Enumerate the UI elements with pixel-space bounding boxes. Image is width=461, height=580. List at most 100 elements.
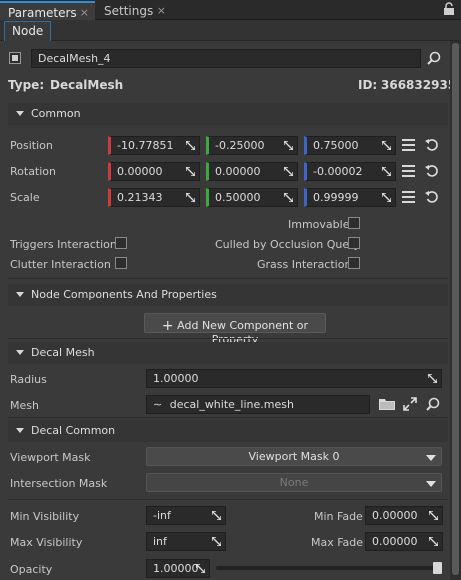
- scrollbar[interactable]: [450, 41, 461, 580]
- grass-interaction-checkbox[interactable]: [348, 257, 360, 269]
- section-common[interactable]: Common: [8, 103, 448, 125]
- section-decal-mesh[interactable]: Decal Mesh: [8, 342, 448, 364]
- position-z-value: 0.75000: [313, 139, 359, 152]
- viewport-mask-select[interactable]: Viewport Mask 0: [146, 447, 442, 466]
- collapse-arrow-icon: [16, 428, 24, 433]
- collapse-arrow-icon: [16, 350, 24, 355]
- divider: [8, 417, 448, 418]
- max-visibility-value: inf: [153, 535, 167, 548]
- radius-label: Radius: [10, 373, 47, 386]
- radius-field[interactable]: 1.00000: [146, 369, 442, 388]
- expand-icon[interactable]: [403, 397, 417, 411]
- opacity-label: Opacity: [10, 563, 53, 576]
- max-visibility-field[interactable]: inf: [146, 532, 226, 551]
- rotation-y-field[interactable]: 0.00000: [206, 162, 298, 181]
- rotation-z-value: -0.00002: [313, 165, 363, 178]
- min-visibility-label: Min Visibility: [10, 510, 80, 523]
- rotation-x-value: 0.00000: [117, 165, 163, 178]
- tab-settings[interactable]: Settings ×: [96, 1, 172, 20]
- opacity-slider-handle[interactable]: [433, 562, 442, 574]
- min-fade-value: 0.00000: [372, 509, 418, 522]
- scrollbar-thumb[interactable]: [452, 43, 459, 575]
- clutter-interaction-checkbox[interactable]: [115, 257, 127, 269]
- triggers-interaction-checkbox[interactable]: [115, 237, 127, 249]
- type-value: DecalMesh: [50, 78, 124, 92]
- section-decal-common[interactable]: Decal Common: [8, 420, 448, 442]
- add-component-button[interactable]: + Add New Component or Property: [144, 313, 326, 346]
- rotation-label: Rotation: [10, 165, 57, 178]
- min-visibility-field[interactable]: -inf: [146, 506, 226, 525]
- panel-tab-bar: Parameters × Settings ×: [0, 0, 461, 20]
- divider: [8, 278, 448, 279]
- rotation-reset-icon[interactable]: [425, 164, 439, 178]
- mesh-value: decal_white_line.mesh: [169, 398, 294, 411]
- collapse-arrow-icon: [16, 111, 24, 116]
- tab-node[interactable]: Node: [4, 21, 52, 41]
- opacity-slider[interactable]: [216, 566, 442, 570]
- position-label: Position: [10, 139, 53, 152]
- search-icon[interactable]: [427, 51, 441, 65]
- position-menu-icon[interactable]: [402, 139, 415, 151]
- max-fade-value: 0.00000: [372, 535, 418, 548]
- scale-label: Scale: [10, 191, 40, 204]
- culled-by-occlusion-label: Culled by Occlusion Query: [215, 238, 361, 251]
- mesh-search-icon[interactable]: [426, 397, 440, 411]
- radius-value: 1.00000: [153, 372, 199, 385]
- rotation-y-value: 0.00000: [215, 165, 261, 178]
- chevron-down-icon: [426, 481, 436, 487]
- tab-settings-close-icon[interactable]: ×: [157, 4, 166, 17]
- max-fade-field[interactable]: 0.00000: [365, 532, 443, 551]
- min-fade-label: Min Fade: [314, 510, 363, 523]
- sub-tab-bar: Node: [0, 20, 461, 41]
- node-enabled-checkbox[interactable]: [9, 52, 21, 64]
- position-y-field[interactable]: -0.25000: [206, 136, 298, 155]
- rotation-x-field[interactable]: 0.00000: [108, 162, 200, 181]
- scale-z-value: 0.99999: [313, 191, 359, 204]
- intersection-mask-select[interactable]: None: [146, 473, 442, 492]
- rotation-menu-icon[interactable]: [402, 165, 415, 177]
- mesh-field[interactable]: ∼ decal_white_line.mesh: [146, 395, 370, 414]
- scale-x-field[interactable]: 0.21343: [108, 188, 200, 207]
- max-fade-label: Max Fade: [311, 536, 364, 549]
- mesh-label: Mesh: [10, 399, 39, 412]
- immovable-checkbox[interactable]: [348, 217, 360, 229]
- tab-settings-label: Settings: [104, 4, 154, 18]
- id-label: ID:: [358, 78, 378, 92]
- grass-interaction-label: Grass Interaction: [257, 258, 352, 271]
- plus-icon: +: [161, 318, 174, 334]
- culled-by-occlusion-checkbox[interactable]: [348, 237, 360, 249]
- scale-reset-icon[interactable]: [425, 190, 439, 204]
- tab-parameters[interactable]: Parameters ×: [0, 1, 95, 20]
- position-y-value: -0.25000: [215, 139, 265, 152]
- intersection-mask-label: Intersection Mask: [10, 477, 108, 490]
- position-z-field[interactable]: 0.75000: [304, 136, 396, 155]
- viewport-mask-label: Viewport Mask: [10, 451, 91, 464]
- position-reset-icon[interactable]: [425, 138, 439, 152]
- node-name-input[interactable]: DecalMesh_4: [31, 49, 421, 68]
- folder-icon[interactable]: [379, 397, 395, 410]
- clutter-interaction-label: Clutter Interaction: [10, 258, 111, 271]
- min-fade-field[interactable]: 0.00000: [365, 506, 443, 525]
- scale-x-value: 0.21343: [117, 191, 163, 204]
- min-visibility-value: -inf: [153, 509, 171, 522]
- scale-y-field[interactable]: 0.50000: [206, 188, 298, 207]
- lock-icon[interactable]: [443, 2, 455, 16]
- max-visibility-label: Max Visibility: [10, 536, 83, 549]
- chevron-down-icon: [426, 455, 436, 461]
- immovable-label: Immovable: [288, 218, 350, 231]
- section-decal-mesh-title: Decal Mesh: [31, 346, 95, 359]
- scale-z-field[interactable]: 0.99999: [304, 188, 396, 207]
- scale-menu-icon[interactable]: [402, 191, 415, 203]
- section-node-components[interactable]: Node Components And Properties: [8, 284, 448, 306]
- tab-parameters-close-icon[interactable]: ×: [80, 6, 89, 19]
- rotation-z-field[interactable]: -0.00002: [304, 162, 396, 181]
- section-node-components-title: Node Components And Properties: [31, 288, 217, 301]
- position-x-value: -10.77851: [117, 139, 174, 152]
- mesh-file-icon: ∼: [153, 398, 163, 411]
- opacity-value: 1.00000: [153, 562, 199, 575]
- position-x-field[interactable]: -10.77851: [108, 136, 200, 155]
- viewport-mask-value: Viewport Mask 0: [248, 450, 340, 463]
- opacity-field[interactable]: 1.00000: [146, 559, 210, 578]
- divider: [8, 499, 448, 500]
- triggers-interaction-label: Triggers Interaction: [10, 238, 117, 251]
